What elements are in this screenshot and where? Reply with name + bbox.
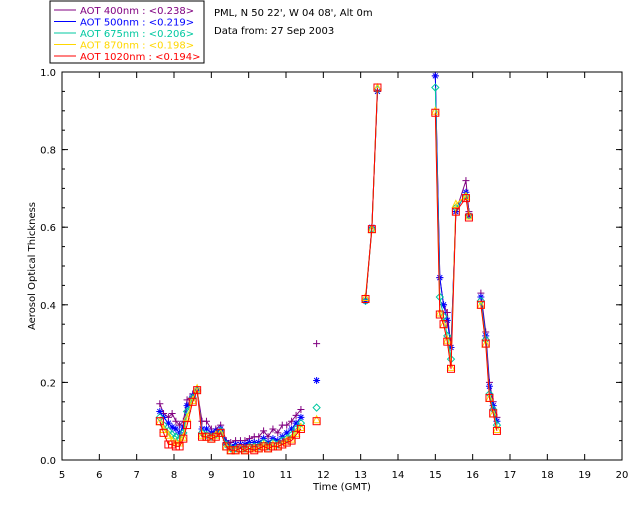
x-tick-label: 20 — [616, 470, 629, 481]
series-layer — [155, 72, 502, 455]
x-tick-label: 14 — [392, 470, 405, 481]
legend-entry: AOT 500nm : <0.219> — [80, 18, 194, 29]
plot-frame — [61, 71, 623, 461]
y-tick-label: 0.8 — [40, 146, 56, 157]
x-tick-label: 11 — [280, 470, 293, 481]
x-tick-label: 12 — [317, 470, 330, 481]
data-point-diamond — [312, 403, 321, 412]
chart-subtitle: Data from: 27 Sep 2003 — [214, 26, 334, 37]
x-tick-label: 18 — [541, 470, 554, 481]
data-point-triangle — [312, 414, 321, 424]
y-tick-label: 0.6 — [40, 223, 56, 234]
x-tick-label: 9 — [208, 470, 214, 481]
y-tick-label: 0.4 — [40, 301, 56, 312]
data-point-star — [431, 72, 439, 80]
x-tick-label: 16 — [466, 470, 479, 481]
series-line — [434, 112, 470, 369]
axis-ticks: 5 6 7 8 9 10 11 12 13 14 15 16 17 18 19 20 0.0 0.2 0.4 0.6 0… — [40, 68, 628, 481]
data-point-plus — [462, 177, 470, 185]
series-line — [480, 296, 498, 422]
y-tick-label: 0.0 — [40, 456, 56, 467]
chart-title: PML, N 50 22', W 04 08', Alt 0m — [214, 8, 373, 19]
series-3 — [155, 82, 502, 455]
x-tick-label: 10 — [242, 470, 255, 481]
series-2 — [155, 83, 502, 453]
aot-chart: AOT 400nm : <0.238>AOT 500nm : <0.219>AO… — [27, 0, 628, 493]
data-point-star — [313, 376, 321, 384]
data-point-plus — [202, 417, 210, 425]
data-point-plus — [313, 340, 321, 348]
series-line — [365, 87, 378, 298]
x-tick-label: 5 — [59, 470, 65, 481]
x-tick-label: 15 — [429, 470, 442, 481]
y-tick-label: 0.2 — [40, 378, 56, 389]
legend: AOT 400nm : <0.238>AOT 500nm : <0.219>AO… — [49, 0, 205, 64]
series-0 — [156, 72, 501, 447]
legend-entry: AOT 1020nm : <0.194> — [80, 52, 200, 63]
legend-entry: AOT 400nm : <0.238> — [80, 6, 194, 17]
legend-entry: AOT 870nm : <0.198> — [80, 41, 194, 52]
series-line — [365, 87, 378, 300]
x-tick-label: 6 — [96, 470, 102, 481]
y-axis-label: Aerosol Optical Thickness — [27, 202, 38, 330]
y-tick-label: 1.0 — [40, 68, 56, 79]
x-tick-label: 7 — [133, 470, 139, 481]
x-tick-label: 17 — [504, 470, 517, 481]
data-point-plus — [156, 400, 164, 408]
series-line — [480, 293, 498, 418]
series-4 — [155, 83, 501, 455]
x-tick-label: 13 — [354, 470, 367, 481]
x-tick-label: 8 — [171, 470, 177, 481]
legend-entry: AOT 675nm : <0.206> — [80, 29, 194, 40]
x-axis-label: Time (GMT) — [312, 482, 371, 493]
x-tick-label: 19 — [578, 470, 591, 481]
series-1 — [156, 72, 501, 450]
